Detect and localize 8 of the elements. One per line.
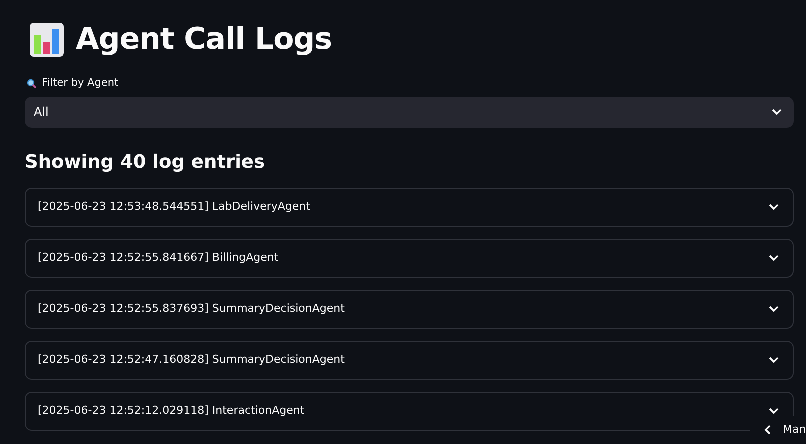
log-expander[interactable]: [2025-06-23 12:52:55.837693] SummaryDecisionAgent [25,290,794,328]
log-expander[interactable]: [2025-06-23 12:52:55.841667] BillingAgent [25,238,794,278]
section-heading: Showing 40 log entries [25,150,266,175]
log-expander[interactable]: [2025-06-23 12:52:47.160828] SummaryDecisionAgent [25,340,794,380]
page-title: Agent Call Logs [76,22,332,58]
field-label: Filter by Agent [42,76,119,91]
agent-select[interactable]: All [25,96,794,128]
log-expander[interactable]: [2025-06-23 12:53:48.544551] LabDeliveryAgent [25,188,794,226]
